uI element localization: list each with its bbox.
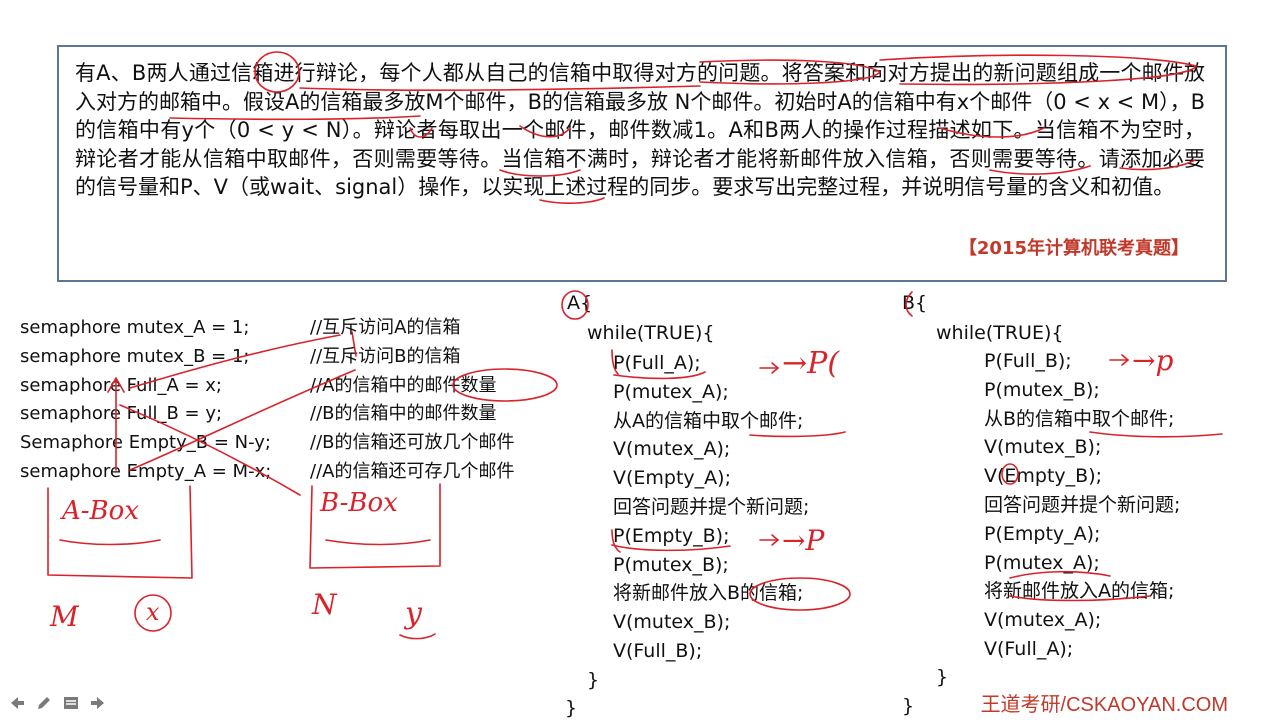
- process-b-header: B{: [902, 292, 928, 314]
- semaphore-comment: //A的信箱还可存几个邮件: [310, 460, 515, 482]
- problem-box: 有A、B两人通过信箱进行辩论，每个人都从自己的信箱中取得对方的问题。将答案和向对…: [57, 45, 1227, 282]
- process-a-close: }: [565, 697, 578, 719]
- code-line: P(mutex_A);: [613, 380, 729, 403]
- code-line: V(mutex_B);: [984, 436, 1102, 459]
- arrow-p-label: →P(: [782, 346, 840, 381]
- semaphore-comment: //B的信箱还可放几个邮件: [310, 432, 515, 454]
- semaphore-comment: //互斥访问B的信箱: [310, 345, 461, 367]
- code-line: P(Empty_A);: [984, 522, 1101, 545]
- pen-icon[interactable]: [35, 694, 53, 712]
- x-label: x: [146, 598, 160, 626]
- process-a-loop: while(TRUE){: [587, 322, 715, 344]
- semaphore-comment: //B的信箱中的邮件数量: [310, 403, 497, 425]
- semaphore-code: semaphore Full_B = y;: [20, 403, 223, 425]
- semaphore-row: semaphore mutex_A = 1; //互斥访问A的信箱: [20, 314, 514, 343]
- code-line: V(mutex_B);: [613, 611, 731, 634]
- semaphore-row: semaphore Full_B = y; //B的信箱中的邮件数量: [20, 400, 514, 429]
- source-tag: 【2015年计算机联考真题】: [958, 238, 1189, 259]
- code-line: P(mutex_B);: [984, 378, 1100, 401]
- semaphore-row: Semaphore Empty_B = N-y; //B的信箱还可放几个邮件: [20, 429, 514, 458]
- code-line: V(mutex_A);: [984, 609, 1102, 632]
- semaphore-code: Semaphore Empty_B = N-y;: [20, 432, 271, 454]
- code-line: P(mutex_A);: [984, 551, 1100, 574]
- watermark: 王道考研/CSKAOYAN.COM: [980, 694, 1228, 716]
- a-box-label: A-Box: [62, 496, 139, 526]
- process-b-loop: while(TRUE){: [936, 322, 1064, 344]
- process-b-close: }: [902, 695, 915, 717]
- semaphore-row: semaphore Full_A = x; //A的信箱中的邮件数量: [20, 372, 514, 401]
- code-line: 回答问题并提个新问题;: [984, 493, 1181, 516]
- y-label: y: [405, 596, 422, 631]
- code-line: 从B的信箱中取个邮件;: [984, 407, 1175, 430]
- arrow-p-label: →P: [782, 524, 825, 557]
- semaphore-code: semaphore mutex_A = 1;: [20, 317, 250, 338]
- code-line: 将新邮件放入B的信箱;: [613, 582, 804, 605]
- arrow-p-label: →p: [1132, 344, 1174, 377]
- underline-annotation: [59, 539, 161, 546]
- process-b-code: B{ while(TRUE){ P(Full_B); P(mutex_B); 从…: [902, 289, 1242, 719]
- semaphore-code: semaphore Empty_A = M-x;: [20, 460, 272, 482]
- process-a-loop-close: }: [587, 669, 600, 691]
- code-line: 将新邮件放入A的信箱;: [984, 580, 1175, 603]
- code-line: 回答问题并提个新问题;: [613, 495, 810, 518]
- slide-toolbar: [8, 694, 107, 712]
- underline-annotation: [399, 633, 436, 640]
- arrow-right-icon[interactable]: [89, 694, 107, 712]
- semaphore-row: semaphore mutex_B = 1; //互斥访问B的信箱: [20, 343, 514, 372]
- code-line: V(mutex_A);: [613, 438, 731, 461]
- n-label: N: [312, 588, 337, 621]
- problem-text: 有A、B两人通过信箱进行辩论，每个人都从自己的信箱中取得对方的问题。将答案和向对…: [75, 61, 1205, 200]
- semaphore-code: semaphore mutex_B = 1;: [20, 345, 250, 367]
- process-a-header: A{: [567, 292, 593, 314]
- code-line: 从A的信箱中取个邮件;: [613, 409, 804, 432]
- semaphore-declarations: semaphore mutex_A = 1; //互斥访问A的信箱 semaph…: [20, 314, 514, 487]
- code-line: V(Full_B);: [613, 639, 703, 662]
- code-line: V(Full_A);: [984, 637, 1074, 660]
- process-b-body: P(Full_B); P(mutex_B); 从B的信箱中取个邮件; V(mut…: [984, 347, 1180, 664]
- process-b-loop-close: }: [936, 666, 949, 688]
- m-label: M: [50, 600, 79, 633]
- process-a-body: P(Full_A); P(mutex_A); 从A的信箱中取个邮件; V(mut…: [613, 349, 809, 666]
- semaphore-row: semaphore Empty_A = M-x; //A的信箱还可存几个邮件: [20, 458, 514, 487]
- code-line: P(Empty_B);: [613, 524, 730, 547]
- semaphore-comment: //互斥访问A的信箱: [310, 317, 461, 338]
- code-line: V(Empty_B);: [984, 465, 1103, 488]
- code-line: V(Empty_A);: [613, 467, 731, 490]
- code-line: P(mutex_B);: [613, 553, 729, 576]
- notes-icon[interactable]: [62, 694, 80, 712]
- semaphore-comment: //A的信箱中的邮件数量: [310, 374, 497, 396]
- code-line: P(Full_A);: [613, 352, 701, 374]
- semaphore-code: semaphore Full_A = x;: [20, 374, 222, 396]
- underline-annotation: [325, 539, 431, 546]
- b-box-label: B-Box: [320, 488, 398, 518]
- arrow-left-icon[interactable]: [8, 694, 26, 712]
